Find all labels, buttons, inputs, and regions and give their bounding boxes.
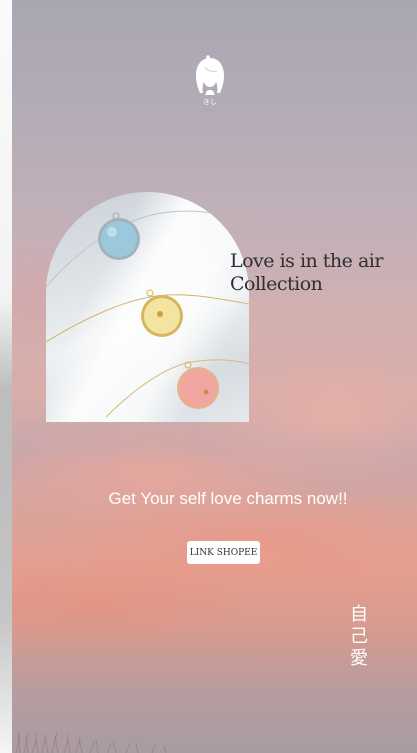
kanji-char: 己 — [350, 626, 368, 647]
pink-charm — [177, 361, 219, 409]
kanji-char: 自 — [350, 604, 368, 625]
shopee-link-button[interactable]: LINK SHOPEE — [187, 541, 260, 564]
vertical-kanji-text: 自 己 愛 — [348, 604, 370, 670]
bracelet-charms-illustration — [46, 210, 249, 418]
left-edge-strip — [0, 0, 12, 753]
product-photo-arch — [46, 192, 249, 422]
logo-caption: きし — [203, 98, 217, 106]
blue-charm — [98, 212, 140, 260]
landing-page: きし Love is in the air Collection Get You… — [0, 0, 417, 753]
cta-tagline: Get Your self love charms now!! — [108, 489, 348, 508]
collection-title: Love is in the air Collection — [230, 250, 383, 295]
kanji-char: 愛 — [350, 648, 368, 669]
grass-silhouette — [15, 730, 167, 753]
